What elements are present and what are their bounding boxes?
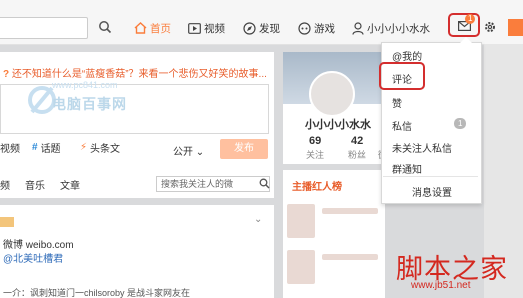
dropdown-divider bbox=[383, 176, 478, 177]
nav-discover-label: 发现 bbox=[259, 22, 280, 35]
nav-username: 小小小小水水 bbox=[367, 22, 430, 35]
nav-game-label: 游戏 bbox=[314, 22, 335, 35]
nav-game[interactable]: 游戏 bbox=[298, 20, 335, 36]
hot-item-text bbox=[322, 254, 378, 260]
tool-article[interactable]: ⚡ 头条文 bbox=[80, 140, 120, 155]
hot-item-text bbox=[322, 208, 378, 214]
nav-video-label: 视频 bbox=[204, 22, 225, 35]
tool-article-label: 头条文 bbox=[90, 144, 121, 155]
video-icon bbox=[188, 22, 201, 34]
menu-item-message-settings[interactable]: 消息设置 bbox=[412, 184, 452, 199]
gear-icon[interactable] bbox=[484, 20, 496, 34]
publish-button[interactable]: 发布 bbox=[220, 139, 268, 159]
watermark-url: www.pc841.com bbox=[52, 80, 118, 90]
tool-topic[interactable]: # 话题 bbox=[32, 140, 61, 155]
lightning-icon: ⚡ bbox=[80, 142, 88, 153]
nav-home[interactable]: 首页 bbox=[134, 20, 171, 36]
menu-item-group-notice[interactable]: 群通知 bbox=[392, 161, 422, 176]
menu-item-private-messages[interactable]: 私信 bbox=[392, 118, 412, 133]
fans-label: 粉丝 bbox=[348, 150, 367, 160]
follow-label: 关注 bbox=[306, 150, 325, 160]
nav-user[interactable]: 小小小小水水 bbox=[352, 20, 430, 36]
menu-item-at-me[interactable]: @我的 bbox=[392, 48, 422, 63]
visibility-label: 公开 bbox=[173, 147, 193, 158]
tab-music[interactable]: 音乐 bbox=[25, 177, 45, 192]
fans-count[interactable]: 42 bbox=[351, 135, 363, 147]
chevron-down-icon[interactable]: ⌄ bbox=[254, 214, 262, 225]
tab-article[interactable]: 文章 bbox=[60, 177, 80, 192]
profile-name[interactable]: 小小小小水水 bbox=[305, 116, 371, 132]
user-icon bbox=[352, 21, 364, 35]
home-icon bbox=[134, 22, 147, 34]
tool-topic-label: 话题 bbox=[40, 144, 61, 155]
menu-item-stranger-messages[interactable]: 未关注人私信 bbox=[392, 140, 452, 155]
avatar[interactable] bbox=[309, 71, 355, 117]
post-mention[interactable]: @北美吐槽君 bbox=[3, 250, 63, 265]
search-icon[interactable] bbox=[259, 178, 270, 189]
site-watermark-url: www.jb51.net bbox=[411, 280, 471, 291]
nav-video[interactable]: 视频 bbox=[188, 20, 225, 36]
post-source: 微博 weibo.com bbox=[3, 240, 74, 251]
watermark-text: 电脑百事网 bbox=[52, 96, 127, 112]
follow-count[interactable]: 69 bbox=[309, 135, 321, 147]
hint-question-mark: ? bbox=[3, 69, 10, 80]
nav-discover[interactable]: 发现 bbox=[243, 20, 280, 36]
hot-list-title: 主播红人榜 bbox=[292, 182, 342, 193]
tab-video[interactable]: 频 bbox=[0, 177, 10, 192]
message-button[interactable] bbox=[448, 13, 480, 37]
comments-highlight bbox=[379, 62, 425, 90]
nav-home-label: 首页 bbox=[150, 22, 171, 35]
gamepad-icon bbox=[298, 21, 311, 35]
tool-video[interactable]: 视频 bbox=[0, 140, 20, 155]
hot-item-avatar[interactable] bbox=[287, 204, 315, 238]
tool-video-label: 视频 bbox=[0, 144, 20, 155]
hot-item-avatar[interactable] bbox=[287, 250, 315, 284]
hashtag-icon: # bbox=[32, 142, 38, 153]
chevron-down-icon: ⌄ bbox=[195, 147, 205, 158]
post-footer-text: 一介：讽刺知道门一chilsoroby 是战斗家网友在 bbox=[3, 288, 191, 298]
visibility-select[interactable]: 公开 ⌄ bbox=[173, 143, 204, 158]
dropdown-arrow bbox=[460, 37, 472, 43]
emoji-icon bbox=[0, 217, 14, 227]
search-icon[interactable] bbox=[98, 20, 112, 34]
menu-item-likes[interactable]: 赞 bbox=[392, 95, 402, 110]
compass-icon bbox=[243, 21, 256, 35]
feed-search-input[interactable]: 搜索我关注人的微 bbox=[156, 176, 270, 192]
private-message-badge: 1 bbox=[454, 118, 467, 129]
write-icon[interactable] bbox=[508, 19, 523, 36]
search-input[interactable] bbox=[0, 17, 88, 39]
